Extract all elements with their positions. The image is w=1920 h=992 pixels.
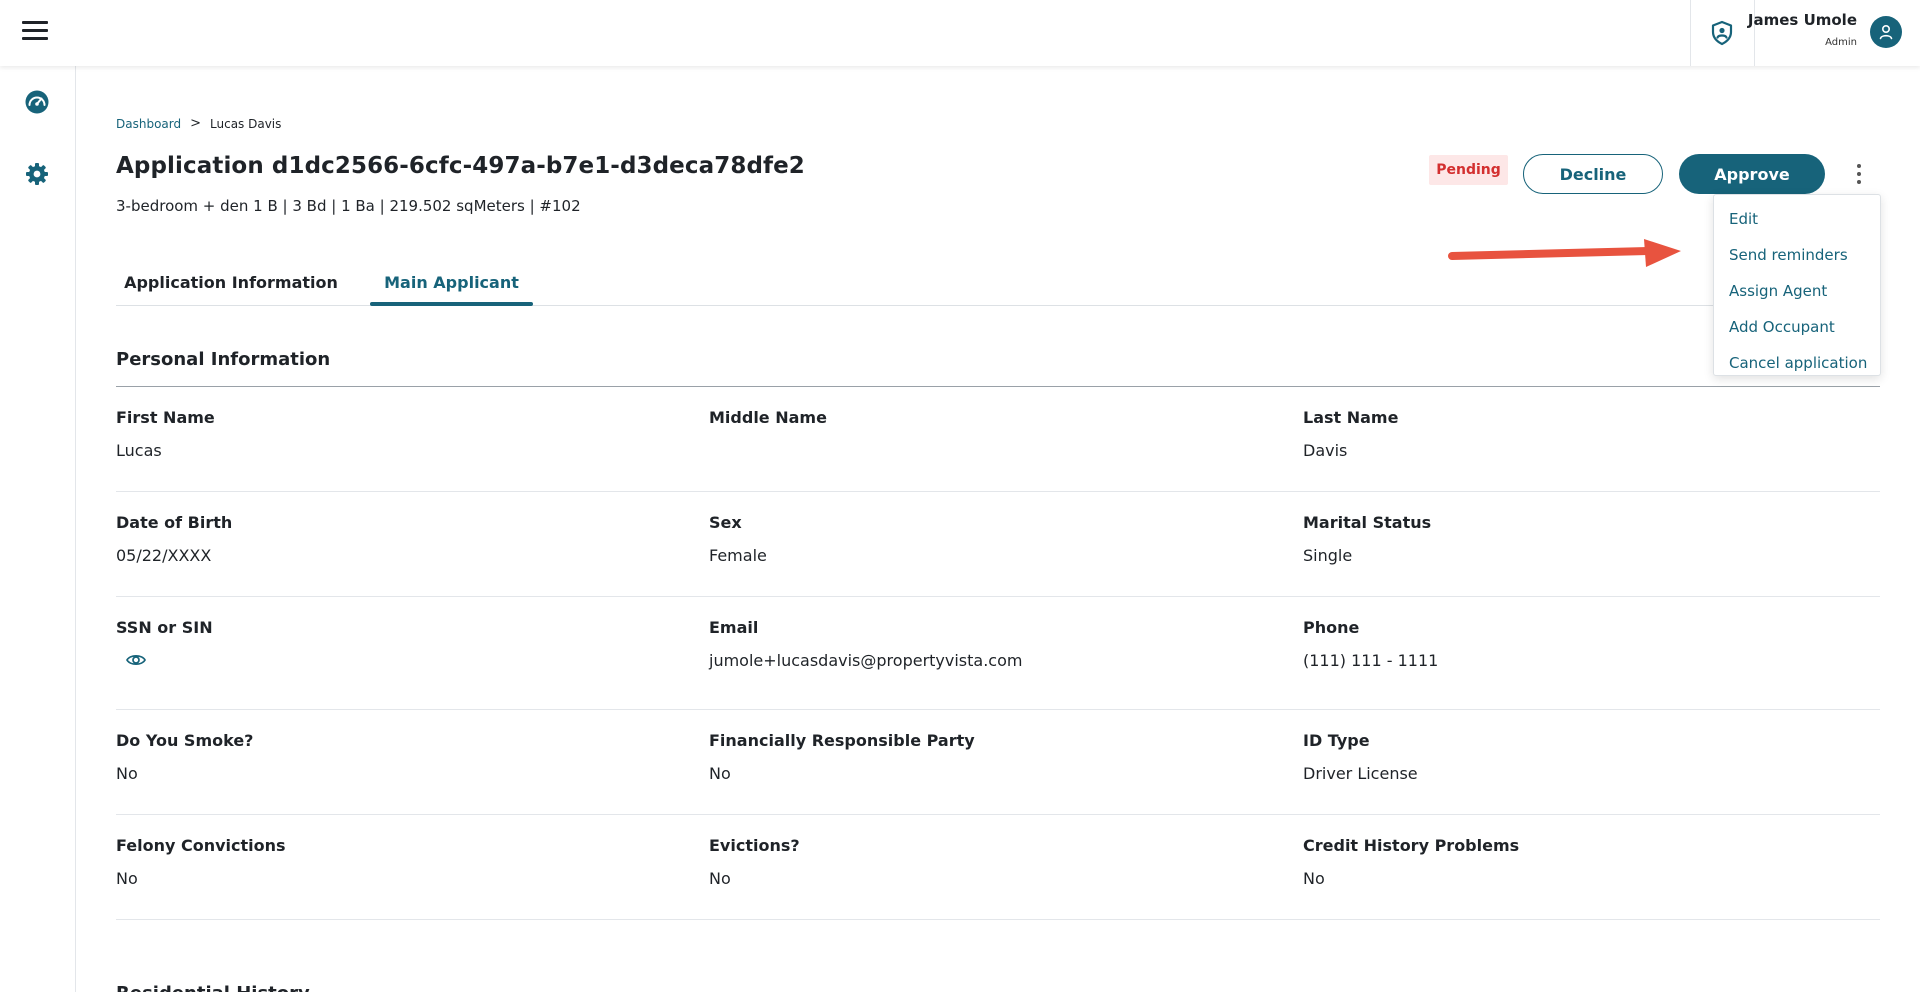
field-label: Financially Responsible Party — [709, 731, 975, 750]
field-label: Date of Birth — [116, 513, 233, 532]
field-label: SSN or SIN — [116, 618, 213, 637]
field-felony-convictions: Felony Convictions No — [116, 836, 286, 888]
gear-icon[interactable] — [24, 161, 50, 187]
actions-menu: Edit Send reminders Assign Agent Add Occ… — [1713, 194, 1881, 376]
field-date-of-birth: Date of Birth 05/22/XXXX — [116, 513, 232, 565]
section-divider — [116, 386, 1880, 387]
user-avatar-icon[interactable] — [1870, 16, 1902, 48]
breadcrumb: Dashboard > Lucas Davis — [116, 116, 281, 131]
menu-item-edit[interactable]: Edit — [1714, 201, 1880, 237]
more-vertical-icon[interactable] — [1849, 160, 1869, 188]
field-value: (111) 111 - 1111 — [1303, 651, 1439, 670]
info-row: Felony Convictions No Evictions? No Cred… — [116, 836, 1880, 920]
field-label: Phone — [1303, 618, 1360, 637]
breadcrumb-separator: > — [190, 116, 202, 131]
residential-history-title: Residential History — [116, 983, 310, 992]
menu-item-cancel-application[interactable]: Cancel application — [1714, 345, 1880, 381]
field-value: Single — [1303, 546, 1353, 565]
field-label: Do You Smoke? — [116, 731, 254, 750]
approve-button[interactable]: Approve — [1679, 154, 1825, 194]
field-value: No — [709, 869, 731, 888]
field-email: Email jumole+lucasdavis@propertyvista.co… — [709, 618, 1022, 670]
field-value: Davis — [1303, 441, 1348, 460]
annotation-arrow-icon — [1448, 239, 1681, 267]
active-tab-indicator — [370, 302, 533, 306]
topbar-divider — [1754, 0, 1755, 66]
field-last-name: Last Name Davis — [1303, 408, 1398, 460]
user-name: James Umole — [1747, 11, 1857, 29]
field-id-type: ID Type Driver License — [1303, 731, 1418, 783]
info-row: Do You Smoke? No Financially Responsible… — [116, 731, 1880, 815]
field-sex: Sex Female — [709, 513, 767, 565]
field-label: Email — [709, 618, 759, 637]
field-value: 05/22/XXXX — [116, 546, 212, 565]
info-row: SSN or SIN Email jumole+lucasdavis@prope… — [116, 618, 1880, 710]
topbar-divider — [1690, 0, 1691, 66]
field-value: Lucas — [116, 441, 162, 460]
menu-item-add-occupant[interactable]: Add Occupant — [1714, 309, 1880, 345]
field-value: No — [116, 869, 138, 888]
field-evictions: Evictions? No — [709, 836, 800, 888]
field-value: No — [709, 764, 731, 783]
field-label: Marital Status — [1303, 513, 1432, 532]
breadcrumb-current: Lucas Davis — [210, 116, 282, 131]
side-nav — [0, 66, 76, 992]
menu-item-assign-agent[interactable]: Assign Agent — [1714, 273, 1880, 309]
dashboard-gauge-icon[interactable] — [24, 89, 50, 115]
field-label: Evictions? — [709, 836, 800, 855]
info-row: First Name Lucas Middle Name Last Name D… — [116, 408, 1880, 492]
field-value: No — [1303, 869, 1325, 888]
tab-application-information[interactable]: Application Information — [116, 258, 346, 306]
field-smoke: Do You Smoke? No — [116, 731, 253, 783]
field-financially-responsible: Financially Responsible Party No — [709, 731, 975, 783]
shield-user-icon[interactable] — [1708, 19, 1736, 47]
tab-main-applicant[interactable]: Main Applicant — [370, 258, 533, 306]
field-ssn: SSN or SIN — [116, 618, 213, 675]
field-label: Middle Name — [709, 408, 827, 427]
page-title: Application d1dc2566-6cfc-497a-b7e1-d3de… — [116, 153, 805, 179]
field-label: Sex — [709, 513, 742, 532]
eye-icon[interactable] — [125, 649, 147, 671]
field-label: ID Type — [1303, 731, 1370, 750]
field-value: jumole+lucasdavis@propertyvista.com — [709, 651, 1023, 670]
field-phone: Phone (111) 111 - 1111 — [1303, 618, 1438, 670]
field-label: Credit History Problems — [1303, 836, 1520, 855]
unit-summary: 3-bedroom + den 1 B | 3 Bd | 1 Ba | 219.… — [116, 197, 581, 215]
top-bar: James Umole Admin — [0, 0, 1920, 66]
field-label: Felony Convictions — [116, 836, 286, 855]
field-middle-name: Middle Name — [709, 408, 827, 441]
menu-icon[interactable] — [22, 21, 48, 45]
status-badge: Pending — [1429, 155, 1508, 185]
field-first-name: First Name Lucas — [116, 408, 215, 460]
section-title: Personal Information — [116, 349, 331, 370]
field-value: Female — [709, 546, 767, 565]
info-row: Date of Birth 05/22/XXXX Sex Female Mari… — [116, 513, 1880, 597]
user-role: Admin — [1825, 37, 1857, 48]
field-value: No — [116, 764, 138, 783]
field-marital-status: Marital Status Single — [1303, 513, 1431, 565]
field-label: First Name — [116, 408, 215, 427]
decline-button[interactable]: Decline — [1523, 154, 1663, 194]
menu-item-send-reminders[interactable]: Send reminders — [1714, 237, 1880, 273]
field-credit-history: Credit History Problems No — [1303, 836, 1519, 888]
field-label: Last Name — [1303, 408, 1399, 427]
breadcrumb-dashboard-link[interactable]: Dashboard — [116, 117, 181, 131]
field-value: Driver License — [1303, 764, 1418, 783]
